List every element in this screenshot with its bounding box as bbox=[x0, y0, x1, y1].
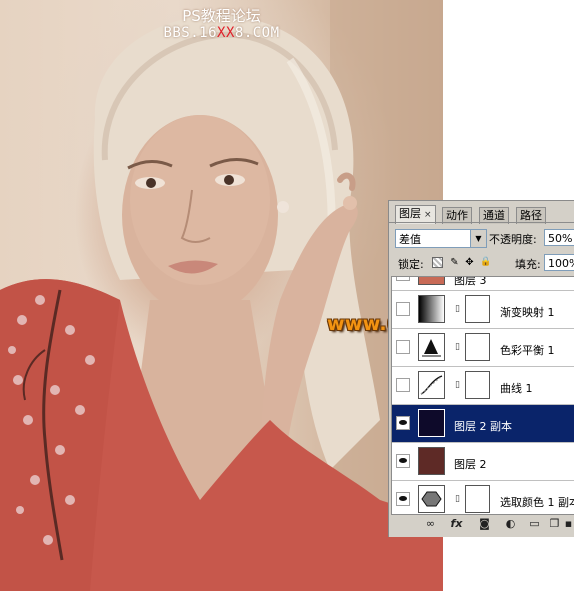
layer-name: 曲线 1 bbox=[500, 382, 533, 395]
layer-name: 渐变映射 1 bbox=[500, 306, 555, 319]
lock-brush-icon[interactable]: ✎ bbox=[449, 257, 460, 268]
layer-thumbnail bbox=[418, 277, 445, 285]
chevron-down-icon[interactable]: ▼ bbox=[470, 230, 486, 247]
layer-name: 选取颜色 1 副本 bbox=[500, 496, 574, 509]
chain-icon: ▯ bbox=[455, 380, 460, 390]
opacity-label: 不透明度: bbox=[489, 233, 537, 246]
watermark-forum-title: PS教程论坛 bbox=[182, 7, 261, 25]
panel-tabbar: 图层 × 动作 通道 路径 bbox=[389, 205, 574, 224]
layer-name: 图层 2 副本 bbox=[454, 420, 512, 433]
new-group-icon[interactable]: ▭ bbox=[527, 517, 542, 531]
layer-row-layer2-copy[interactable]: 图层 2 副本 bbox=[392, 405, 574, 443]
layer-name: 图层 2 bbox=[454, 458, 487, 471]
color-balance-icon bbox=[418, 333, 445, 361]
visibility-toggle[interactable] bbox=[396, 378, 410, 392]
layer-row-gradient-map[interactable]: ▯ 渐变映射 1 bbox=[392, 291, 574, 329]
lock-transparent-icon[interactable] bbox=[432, 257, 443, 268]
fill-input[interactable]: 100% bbox=[544, 254, 574, 271]
fill-label: 填充: bbox=[515, 258, 541, 271]
visibility-toggle[interactable] bbox=[396, 277, 410, 281]
layer-row-3[interactable]: 图层 3 bbox=[392, 276, 574, 291]
lock-move-icon[interactable]: ✥ bbox=[464, 257, 475, 268]
layer-row-selective-color[interactable]: ▯ 选取颜色 1 副本 bbox=[392, 481, 574, 514]
add-mask-icon[interactable]: ◙ bbox=[477, 517, 492, 531]
layer-mask[interactable] bbox=[465, 333, 490, 361]
selective-color-icon bbox=[418, 485, 445, 513]
layer-row-curves[interactable]: ▯ 曲线 1 bbox=[392, 367, 574, 405]
adjustment-layer-icon[interactable]: ◐ bbox=[503, 517, 518, 531]
lock-all-icon[interactable]: 🔒 bbox=[480, 257, 491, 268]
tab-layers-label: 图层 bbox=[399, 207, 421, 220]
layer-thumbnail bbox=[418, 447, 445, 475]
tab-actions-label: 动作 bbox=[446, 209, 468, 222]
photo-canvas: PS教程论坛 BBS.16XX8.COM bbox=[0, 0, 443, 591]
close-icon[interactable]: × bbox=[424, 210, 432, 220]
watermark-forum-url: BBS.16XX8.COM bbox=[0, 25, 443, 41]
watermark-url-prefix: BBS.16 bbox=[163, 25, 218, 41]
layer-name: 色彩平衡 1 bbox=[500, 344, 555, 357]
layer-mask[interactable] bbox=[465, 295, 490, 323]
link-layers-icon[interactable]: ∞ bbox=[423, 517, 438, 531]
layers-panel: 图层 × 动作 通道 路径 差值 ▼ 不透明度: 50% 锁定: ✎ ✥ 🔒 填充… bbox=[388, 200, 574, 537]
visibility-toggle[interactable] bbox=[396, 302, 410, 316]
new-layer-icon[interactable]: ❐ bbox=[547, 517, 562, 531]
eye-icon[interactable] bbox=[396, 454, 410, 468]
tab-channels-label: 通道 bbox=[483, 209, 505, 222]
layer-thumbnail bbox=[418, 409, 445, 437]
panel-bottom-toolbar: ∞ fx ◙ ◐ ▭ ❐ ▪ bbox=[389, 514, 574, 536]
chain-icon: ▯ bbox=[455, 494, 460, 504]
layer-name: 图层 3 bbox=[454, 276, 487, 287]
curves-icon bbox=[418, 371, 445, 399]
watermark-url-suffix: 8.COM bbox=[234, 25, 280, 41]
opacity-input[interactable]: 50% bbox=[544, 229, 574, 246]
blend-mode-select[interactable]: 差值 ▼ bbox=[395, 229, 487, 248]
layer-mask[interactable] bbox=[465, 371, 490, 399]
layer-mask[interactable] bbox=[465, 485, 490, 513]
lock-row: 锁定: ✎ ✥ 🔒 填充: 100% bbox=[389, 254, 574, 272]
blend-mode-value: 差值 bbox=[399, 233, 421, 246]
portrait-illustration bbox=[0, 0, 443, 591]
visibility-toggle[interactable] bbox=[396, 340, 410, 354]
eye-icon[interactable] bbox=[396, 492, 410, 506]
watermark-url-red: XX bbox=[217, 25, 235, 41]
chain-icon: ▯ bbox=[455, 304, 460, 314]
delete-layer-icon[interactable]: ▪ bbox=[561, 517, 574, 531]
tab-paths-label: 路径 bbox=[520, 209, 542, 222]
fx-icon[interactable]: fx bbox=[449, 517, 464, 531]
layers-list: 图层 3 ▯ 渐变映射 1 ▯ 色彩平衡 1 ▯ 曲线 1 图层 2 副本 图层… bbox=[391, 276, 574, 515]
layer-row-color-balance[interactable]: ▯ 色彩平衡 1 bbox=[392, 329, 574, 367]
eye-icon[interactable] bbox=[396, 416, 410, 430]
layer-row-layer2[interactable]: 图层 2 bbox=[392, 443, 574, 481]
lock-label: 锁定: bbox=[398, 258, 424, 271]
chain-icon: ▯ bbox=[455, 342, 460, 352]
gradient-map-icon bbox=[418, 295, 445, 323]
tab-divider bbox=[389, 222, 574, 223]
